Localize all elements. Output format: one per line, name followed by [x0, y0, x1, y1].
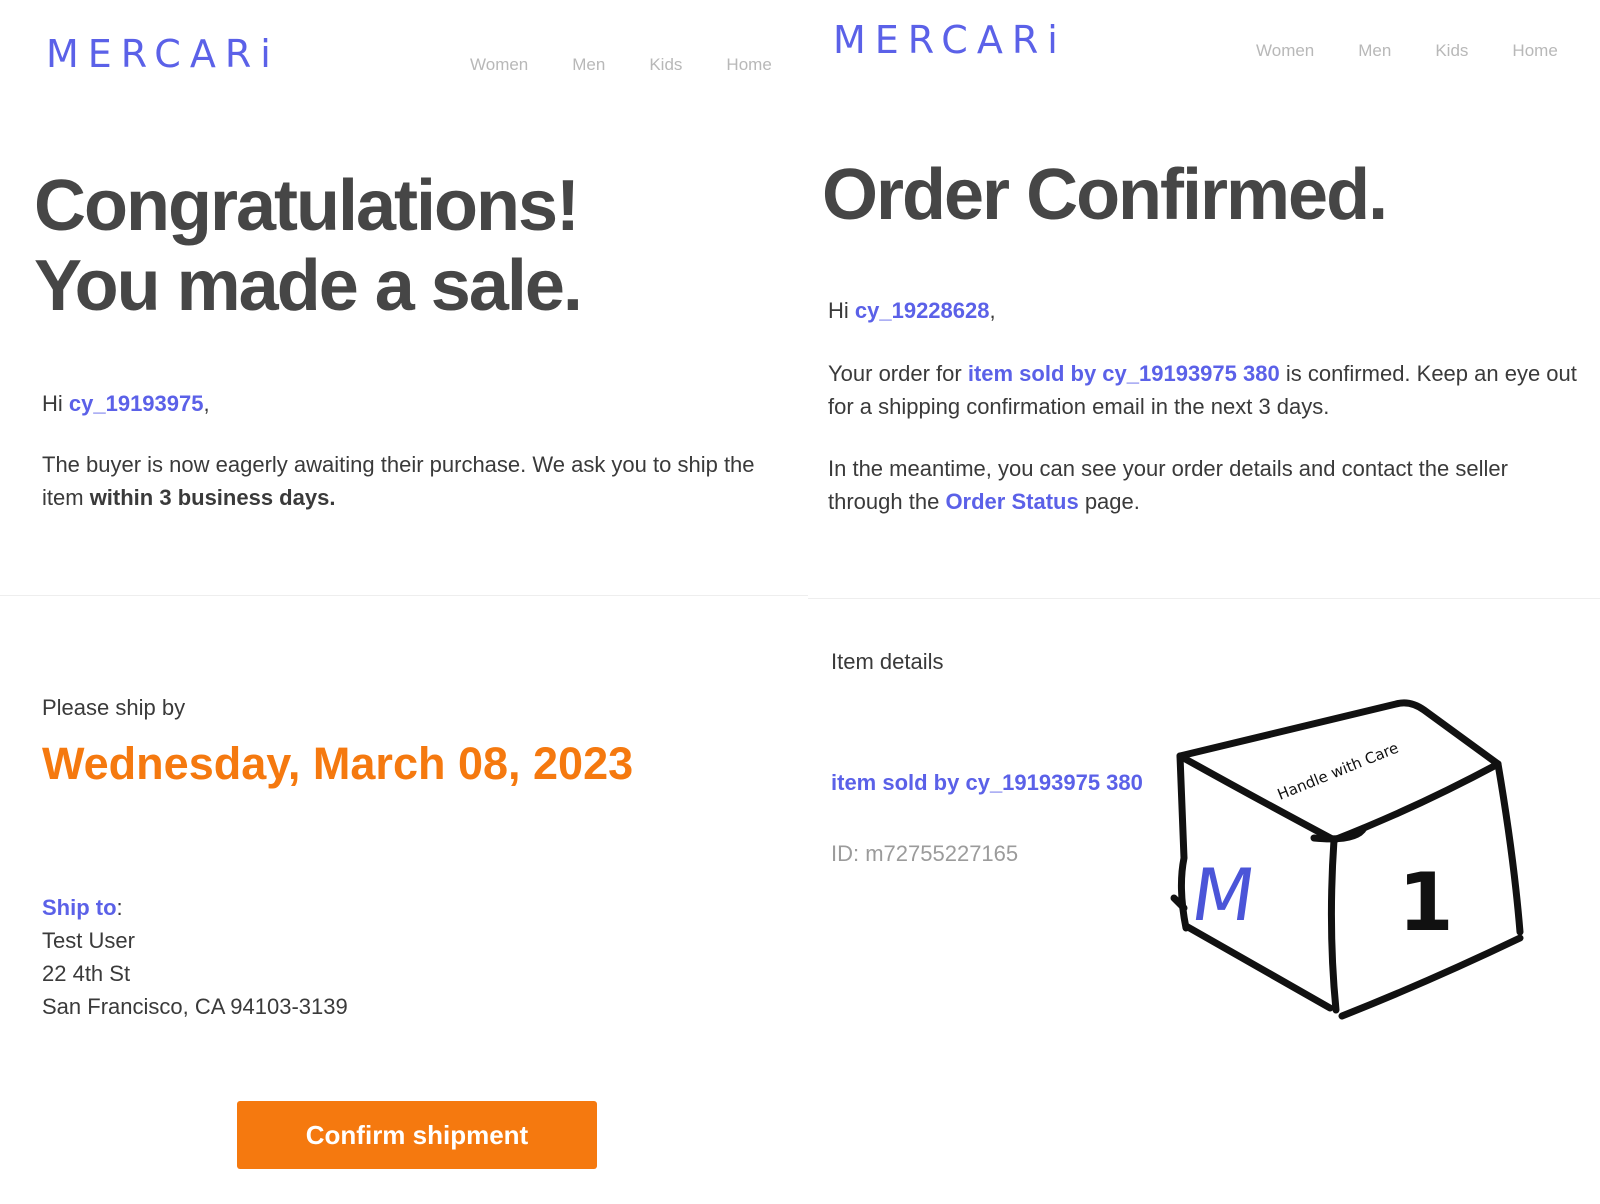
top-nav: Women Men Kids Home: [1256, 41, 1558, 61]
box-caption: Handle with Care: [1275, 739, 1401, 804]
greeting-prefix: Hi: [42, 391, 69, 416]
mercari-logo[interactable]: MERCARi: [46, 32, 280, 76]
nav-home[interactable]: Home: [1512, 41, 1557, 61]
order-confirmation-text: Your order for item sold by cy_19193975 …: [828, 357, 1588, 423]
nav-men[interactable]: Men: [1358, 41, 1391, 61]
mercari-logo[interactable]: MERCARi: [833, 18, 1067, 62]
section-divider: [0, 595, 808, 596]
order-prefix: Your order for: [828, 361, 968, 386]
ship-instructions: The buyer is now eagerly awaiting their …: [42, 448, 787, 514]
greeting: Hi cy_19228628,: [828, 294, 996, 327]
greeting-suffix: ,: [989, 298, 996, 323]
item-id: ID: m72755227165: [831, 841, 1019, 866]
ship-by-label: Please ship by: [42, 695, 186, 720]
address-name: Test User: [42, 928, 135, 953]
handle-with-care-box-icon: Handle with Care M 1: [1170, 699, 1524, 1020]
greeting-prefix: Hi: [828, 298, 855, 323]
ship-to-link[interactable]: Ship to: [42, 895, 117, 920]
sale-email-panel: MERCARi Women Men Kids Home Congratulati…: [0, 0, 808, 1204]
section-divider: [808, 598, 1600, 599]
seller-username[interactable]: cy_19193975: [69, 391, 204, 416]
confirm-shipment-button[interactable]: Confirm shipment: [237, 1101, 597, 1169]
headline-line-2: You made a sale.: [34, 246, 583, 326]
meantime-prefix: In the meantime, you can see your order …: [828, 456, 1508, 514]
greeting: Hi cy_19193975,: [42, 387, 210, 420]
meantime-suffix: page.: [1078, 489, 1140, 514]
nav-kids[interactable]: Kids: [649, 55, 682, 75]
order-item-link[interactable]: item sold by cy_19193975 380: [968, 361, 1280, 386]
ship-to-heading: Ship to:: [42, 891, 123, 924]
nav-men[interactable]: Men: [572, 55, 605, 75]
ship-by-date: Wednesday, March 08, 2023: [42, 738, 634, 789]
item-details-label: Item details: [831, 649, 944, 674]
box-letter-m: M: [1186, 854, 1260, 938]
address-street: 22 4th St: [42, 961, 131, 986]
nav-kids[interactable]: Kids: [1435, 41, 1468, 61]
address-city: San Francisco, CA 94103-3139: [42, 994, 348, 1019]
page-title: Congratulations! You made a sale.: [34, 166, 583, 326]
nav-home[interactable]: Home: [726, 55, 771, 75]
greeting-suffix: ,: [203, 391, 210, 416]
buyer-username[interactable]: cy_19228628: [855, 298, 990, 323]
top-nav: Women Men Kids Home: [470, 55, 772, 75]
nav-women[interactable]: Women: [470, 55, 528, 75]
order-status-link[interactable]: Order Status: [945, 489, 1078, 514]
item-name-link[interactable]: item sold by cy_19193975 380: [831, 765, 1151, 801]
meantime-text: In the meantime, you can see your order …: [828, 452, 1588, 518]
order-email-panel: MERCARi Women Men Kids Home Order Confir…: [808, 0, 1600, 1204]
box-number: 1: [1398, 856, 1454, 949]
ship-deadline-emphasis: within 3 business days.: [89, 485, 336, 510]
page-title: Order Confirmed.: [822, 155, 1388, 235]
item-name[interactable]: item sold by cy_19193975 380: [831, 770, 1143, 795]
headline-line-1: Congratulations!: [34, 166, 580, 246]
ship-to-colon: :: [116, 895, 123, 920]
nav-women[interactable]: Women: [1256, 41, 1314, 61]
